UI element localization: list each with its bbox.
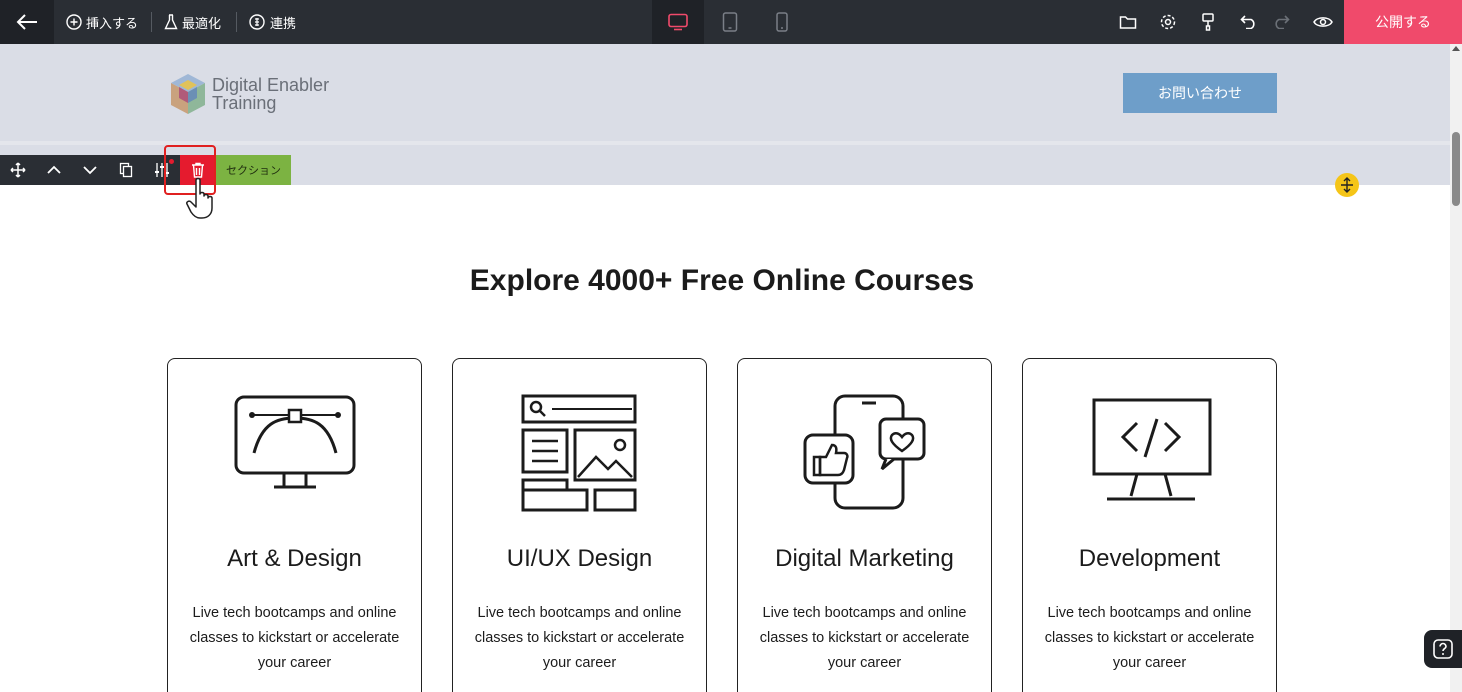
duplicate-button[interactable] [108, 155, 144, 185]
site-logo[interactable]: Digital Enabler Training [168, 72, 329, 116]
section-toolbar: セクション [0, 155, 291, 185]
redo-icon [1275, 15, 1290, 29]
move-section-button[interactable] [0, 155, 36, 185]
gear-icon [1160, 14, 1176, 30]
section-label: セクション [216, 155, 291, 185]
style-button[interactable] [1193, 0, 1223, 44]
course-card[interactable]: Art & Design Live tech bootcamps and onl… [167, 358, 422, 692]
page-title: Explore 4000+ Free Online Courses [469, 264, 975, 297]
course-card-desc: Live tech bootcamps and online classes t… [474, 605, 685, 671]
back-button[interactable] [0, 0, 54, 44]
course-card-title: Digital Marketing [775, 545, 954, 572]
link-coin-icon [249, 14, 265, 30]
editor-topbar: 挿入する 最適化 連携 公開する [0, 0, 1462, 44]
eye-icon [1313, 17, 1333, 27]
vertical-scrollbar[interactable] [1450, 44, 1462, 692]
help-button[interactable] [1424, 630, 1462, 668]
desktop-icon [668, 13, 688, 31]
header-divider [0, 141, 1450, 145]
mobile-icon [776, 12, 788, 32]
back-arrow-icon [16, 14, 37, 30]
course-card[interactable]: Digital Marketing Live tech bootcamps an… [737, 358, 992, 692]
help-icon [1433, 639, 1453, 659]
settings-button[interactable] [1153, 0, 1183, 44]
resize-icon [1341, 177, 1353, 193]
integrate-label: 連携 [270, 16, 297, 32]
integrate-button[interactable]: 連携 [248, 0, 296, 44]
insert-button[interactable]: 挿入する [66, 0, 138, 44]
logo-cube-icon [171, 74, 205, 114]
code-monitor-icon [1023, 393, 1276, 519]
chevron-up-icon [47, 165, 61, 174]
tablet-view-button[interactable] [704, 0, 756, 44]
course-card-desc: Live tech bootcamps and online classes t… [189, 605, 400, 671]
move-up-button[interactable] [36, 155, 72, 185]
resize-handle[interactable] [1335, 173, 1359, 197]
editor-canvas: Digital Enabler Training お問い合わせ セクション Ex… [0, 44, 1450, 692]
logo-line1: Digital Enabler [212, 75, 330, 95]
marketing-phone-icon [738, 393, 991, 519]
logo-text: Digital Enabler Training [212, 76, 329, 112]
toolbar-divider [151, 12, 152, 32]
desktop-view-button[interactable] [652, 0, 704, 44]
folder-icon [1119, 16, 1137, 29]
toolbar-divider [236, 12, 237, 32]
move-down-button[interactable] [72, 155, 108, 185]
course-card-desc: Live tech bootcamps and online classes t… [759, 605, 970, 671]
contact-button[interactable]: お問い合わせ [1123, 73, 1277, 113]
folder-button[interactable] [1113, 0, 1143, 44]
brush-icon [1202, 13, 1214, 31]
flask-icon [164, 14, 178, 30]
course-card-title: Development [1078, 545, 1221, 572]
duplicate-icon [119, 162, 133, 178]
insert-label: 挿入する [86, 16, 139, 32]
course-card-desc: Live tech bootcamps and online classes t… [1044, 605, 1255, 671]
chevron-down-icon [83, 166, 97, 175]
plus-circle-icon [66, 14, 82, 30]
hand-cursor-icon [186, 176, 220, 226]
undo-button[interactable] [1234, 0, 1264, 44]
course-card-title: Art & Design [227, 545, 362, 572]
course-card[interactable]: Development Live tech bootcamps and onli… [1022, 358, 1277, 692]
scroll-up-arrow[interactable] [1452, 46, 1460, 51]
optimize-label: 最適化 [182, 16, 222, 32]
mobile-view-button[interactable] [756, 0, 808, 44]
undo-icon [1240, 15, 1255, 29]
course-card-title: UI/UX Design [506, 545, 653, 572]
optimize-button[interactable]: 最適化 [164, 0, 221, 44]
move-icon [10, 162, 26, 178]
redo-button[interactable] [1266, 0, 1296, 44]
course-card[interactable]: UI/UX Design Live tech bootcamps and onl… [452, 358, 707, 692]
tablet-icon [722, 12, 738, 32]
uiux-layout-icon [453, 393, 706, 519]
scroll-thumb[interactable] [1452, 132, 1460, 206]
publish-button[interactable]: 公開する [1344, 0, 1462, 44]
preview-button[interactable] [1308, 0, 1338, 44]
design-monitor-icon [168, 393, 421, 519]
logo-line2: Training [212, 93, 277, 113]
